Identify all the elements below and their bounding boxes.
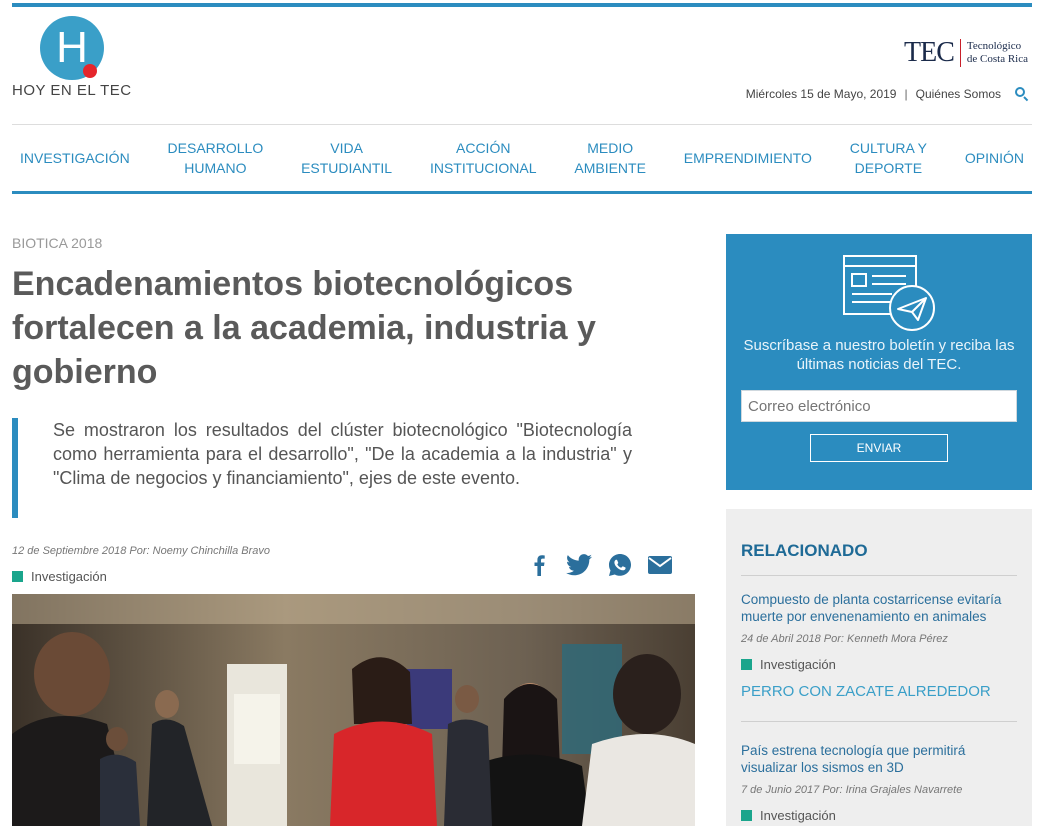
email-field[interactable] xyxy=(741,390,1017,422)
tec-logo-short: TEC xyxy=(904,37,955,68)
related-title: RELACIONADO xyxy=(741,541,868,560)
related-item-caption[interactable]: PERRO CON ZACATE ALREDEDOR xyxy=(741,683,991,700)
related-item-title[interactable]: Compuesto de planta costarricense evitar… xyxy=(741,591,1021,625)
related-item-category[interactable]: Investigación xyxy=(741,657,836,672)
category-marker xyxy=(741,659,752,670)
share-bar xyxy=(530,553,672,577)
nav-vida-estudiantil[interactable]: VIDA ESTUDIANTIL xyxy=(301,138,392,178)
nav-investigacion[interactable]: INVESTIGACIÓN xyxy=(20,148,130,168)
top-accent-bar xyxy=(12,3,1032,7)
article-kicker[interactable]: BIOTICA 2018 xyxy=(12,235,102,251)
newsletter-text: Suscríbase a nuestro boletín y reciba la… xyxy=(743,337,1015,373)
article-byline: 12 de Septiembre 2018 Por: Noemy Chinchi… xyxy=(12,545,271,557)
article-category-label: Investigación xyxy=(31,569,107,584)
subscribe-button[interactable]: ENVIAR xyxy=(810,434,948,462)
email-share-icon[interactable] xyxy=(648,555,672,575)
current-date: Miércoles 15 de Mayo, 2019 xyxy=(745,87,897,101)
category-marker xyxy=(741,810,752,821)
nav-cultura-deporte[interactable]: CULTURA Y DEPORTE xyxy=(850,138,927,178)
article-lead: Se mostraron los resultados del clúster … xyxy=(12,418,632,518)
nav-opinion[interactable]: OPINIÓN xyxy=(965,148,1024,168)
nav-desarrollo-humano[interactable]: DESARROLLO HUMANO xyxy=(168,138,264,178)
divider xyxy=(741,575,1017,576)
whatsapp-icon[interactable] xyxy=(608,553,632,577)
category-marker xyxy=(12,571,23,582)
nav-accion-institucional[interactable]: ACCIÓN INSTITUCIONAL xyxy=(430,138,537,178)
article-category[interactable]: Investigación xyxy=(12,569,107,584)
twitter-icon[interactable] xyxy=(566,554,592,576)
newsletter-box: Suscríbase a nuestro boletín y reciba la… xyxy=(726,234,1032,490)
tec-logo-line1: Tecnológico xyxy=(966,40,1022,52)
logo-text: HOY EN EL TEC xyxy=(12,82,132,99)
header-separator: | xyxy=(904,87,908,101)
related-item-meta: 24 de Abril 2018 Por: Kenneth Mora Pérez xyxy=(741,633,948,645)
divider xyxy=(741,721,1017,722)
related-item-category-label: Investigación xyxy=(760,657,836,672)
article-photo xyxy=(12,594,695,826)
tec-logo-name: Tecnológico de Costa Rica xyxy=(967,40,1028,66)
site-logo[interactable]: H HOY EN EL TEC xyxy=(12,16,137,104)
related-item-category[interactable]: Investigación xyxy=(741,808,836,823)
about-link[interactable]: Quiénes Somos xyxy=(916,87,1001,101)
logo-dot xyxy=(83,64,97,78)
related-item-category-label: Investigación xyxy=(760,808,836,823)
header-meta: Miércoles 15 de Mayo, 2019 | Quiénes Som… xyxy=(745,87,1029,102)
article-title: Encadenamientos biotecnológicos fortalec… xyxy=(12,265,596,391)
tec-logo-divider xyxy=(959,39,961,67)
related-item-title[interactable]: País estrena tecnología que permitirá vi… xyxy=(741,742,1021,776)
search-icon[interactable] xyxy=(1015,87,1029,102)
related-panel: RELACIONADO Compuesto de planta costarri… xyxy=(726,509,1032,826)
tec-logo-line2: de Costa Rica xyxy=(966,53,1028,65)
nav-emprendimiento[interactable]: EMPRENDIMIENTO xyxy=(684,148,812,168)
facebook-icon[interactable] xyxy=(530,554,550,576)
related-item-meta: 7 de Junio 2017 Por: Irina Grajales Nava… xyxy=(741,784,963,796)
main-nav: INVESTIGACIÓN DESARROLLO HUMANO VIDA EST… xyxy=(12,124,1032,194)
tec-logo[interactable]: TEC Tecnológico de Costa Rica xyxy=(904,37,1028,68)
newsletter-icon xyxy=(843,255,935,331)
nav-medio-ambiente[interactable]: MEDIO AMBIENTE xyxy=(574,138,646,178)
